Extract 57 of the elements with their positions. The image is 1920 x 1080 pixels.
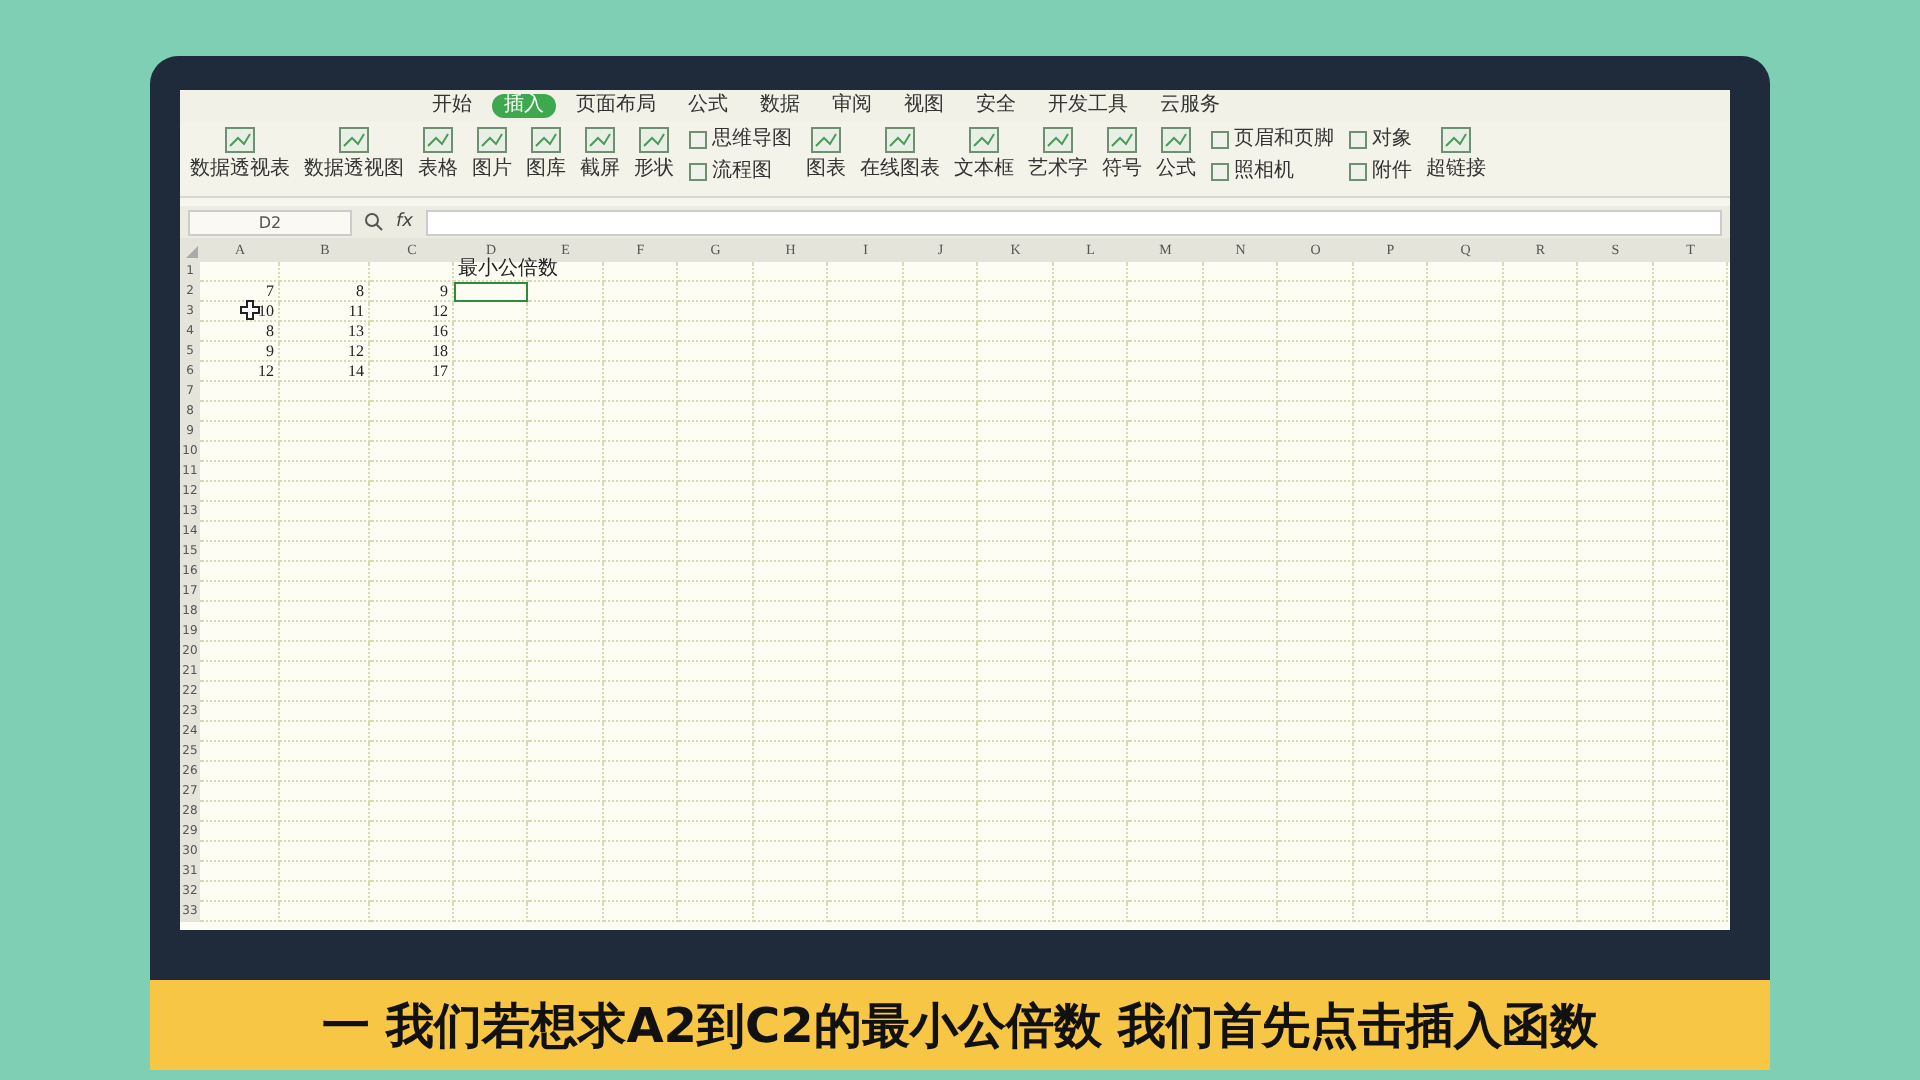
table-cell: 16 xyxy=(370,322,454,342)
ribbon-button[interactable]: 形状 xyxy=(632,126,676,182)
ribbon-button[interactable]: 数据透视图 xyxy=(302,126,406,182)
ribbon-button[interactable]: 页眉和页脚 xyxy=(1208,126,1336,154)
table-cell: 12 xyxy=(370,302,454,322)
framed-square-icon xyxy=(688,130,708,150)
ribbon-button[interactable]: 照相机 xyxy=(1208,158,1336,186)
table-cell: 最小公倍数 xyxy=(458,258,558,280)
ribbon-button[interactable]: 思维导图 xyxy=(686,126,794,154)
ribbon-button[interactable]: 艺术字 xyxy=(1026,126,1090,182)
formula-label: fx xyxy=(396,212,413,232)
ribbon-button[interactable]: 图表 xyxy=(804,126,848,182)
select-all-triangle-icon[interactable] xyxy=(186,246,198,258)
table-cell: 9 xyxy=(370,282,454,302)
ribbon-button[interactable]: 数据透视表 xyxy=(188,126,292,182)
menu-tab[interactable]: 云服务 xyxy=(1148,94,1232,118)
table-cell: 14 xyxy=(280,362,370,382)
table-cell: 18 xyxy=(370,342,454,362)
ribbon-button[interactable]: 在线图表 xyxy=(858,126,942,182)
framed-square-icon xyxy=(1210,162,1230,182)
selected-cell[interactable] xyxy=(454,282,528,302)
ribbon-button[interactable]: 符号 xyxy=(1100,126,1144,182)
plus-cursor-icon xyxy=(240,300,260,320)
framed-square-icon xyxy=(1210,130,1230,150)
menu-tab[interactable]: 数据 xyxy=(748,94,812,118)
table-cell: 11 xyxy=(280,302,370,322)
table-cell: 9 xyxy=(200,342,280,362)
ribbon-button[interactable]: 附件 xyxy=(1346,158,1414,186)
zoom-icon xyxy=(364,212,384,232)
menu-tab[interactable]: 视图 xyxy=(892,94,956,118)
ribbon-button[interactable]: 截屏 xyxy=(578,126,622,182)
ribbon-button[interactable]: 对象 xyxy=(1346,126,1414,154)
name-box[interactable]: D2 xyxy=(188,209,352,235)
menu-tab[interactable]: 开始 xyxy=(420,94,484,118)
table-cell: 12 xyxy=(280,342,370,362)
table-cell: 13 xyxy=(280,322,370,342)
framed-square-icon xyxy=(1348,162,1368,182)
table-cell: 8 xyxy=(280,282,370,302)
menu-tab[interactable]: 页面布局 xyxy=(564,94,668,118)
formula-input[interactable] xyxy=(425,209,1722,235)
framed-square-icon xyxy=(688,162,708,182)
framed-square-icon xyxy=(1348,130,1368,150)
ribbon-button[interactable]: 表格 xyxy=(416,126,460,182)
ribbon-button[interactable]: 文本框 xyxy=(952,126,1016,182)
menu-tab[interactable]: 安全 xyxy=(964,94,1028,118)
subtitle-text: 一 我们若想求A2到C2的最小公倍数 我们首先点击插入函数 xyxy=(321,995,1599,1057)
ribbon-button[interactable]: 流程图 xyxy=(686,158,794,186)
table-cell: 12 xyxy=(200,362,280,382)
menu-tab[interactable]: 公式 xyxy=(676,94,740,118)
ribbon-button[interactable]: 图片 xyxy=(470,126,514,182)
ribbon-button[interactable]: 公式 xyxy=(1154,126,1198,182)
menu-tab[interactable]: 审阅 xyxy=(820,94,884,118)
table-cell: 8 xyxy=(200,322,280,342)
table-cell: 17 xyxy=(370,362,454,382)
menu-tab[interactable]: 开发工具 xyxy=(1036,94,1140,118)
ribbon-button[interactable]: 图库 xyxy=(524,126,568,182)
ribbon-button[interactable]: 超链接 xyxy=(1424,126,1488,182)
